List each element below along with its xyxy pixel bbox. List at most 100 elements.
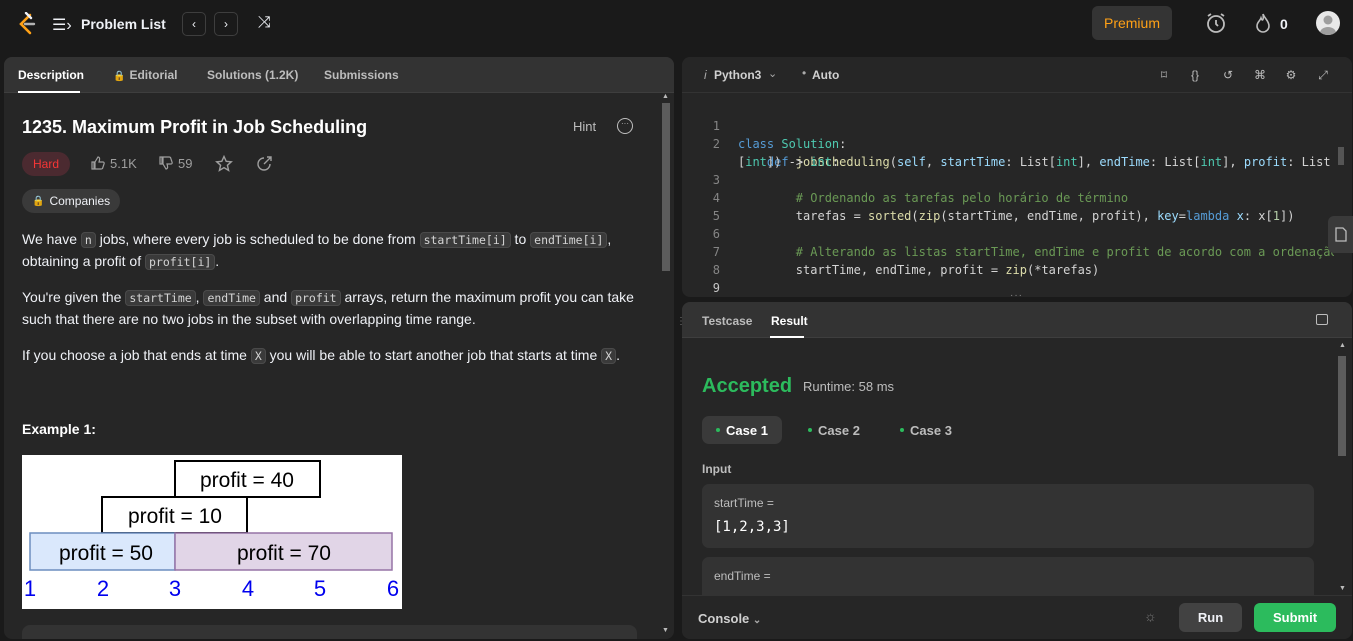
text: you will be able to start another job th…	[265, 347, 602, 363]
job-label: profit = 70	[237, 542, 331, 565]
shortcut-icon[interactable]: ⌘	[1252, 67, 1268, 83]
axis-tick: 4	[242, 576, 254, 601]
text: If you choose a job that ends at time	[22, 347, 251, 363]
input-label: Input	[702, 462, 732, 476]
leetcode-logo-icon[interactable]	[16, 12, 38, 36]
scrollbar-thumb[interactable]	[1338, 356, 1346, 456]
pass-dot-icon	[808, 428, 812, 432]
scroll-up-arrow-icon[interactable]: ▲	[1339, 342, 1346, 349]
code-line: 8	[682, 243, 725, 277]
scroll-up-arrow-icon[interactable]: ▲	[662, 93, 669, 100]
streak-fire-icon[interactable]	[1255, 12, 1271, 34]
description-panel: Description 🔒 Editorial Solutions (1.2K) …	[4, 57, 674, 639]
case-tab-1[interactable]: Case 1	[702, 416, 782, 444]
case-label: Case 1	[726, 422, 768, 438]
chevron-down-icon[interactable]: ⌄	[768, 67, 777, 80]
job-label: profit = 10	[128, 505, 222, 528]
problem-list-link[interactable]: Problem List	[81, 16, 166, 32]
description-paragraph-2: You're given the startTime, endTime and …	[22, 287, 642, 330]
job-label: profit = 50	[59, 542, 153, 565]
axis-tick: 5	[314, 576, 326, 601]
text: jobs, where every job is scheduled to be…	[95, 231, 420, 247]
share-icon[interactable]	[255, 155, 273, 173]
description-scrollbar[interactable]: ▲ ▼	[660, 93, 672, 639]
hint-button[interactable]: Hint	[573, 119, 596, 134]
input-variable-box: startTime = [1,2,3,3]	[702, 484, 1314, 548]
star-icon[interactable]	[215, 155, 233, 173]
active-tab-indicator	[770, 336, 804, 338]
reset-icon[interactable]: ↺	[1220, 67, 1236, 83]
pass-dot-icon	[900, 428, 904, 432]
timer-icon[interactable]	[1205, 12, 1227, 34]
bug-icon[interactable]: ☼	[1144, 608, 1160, 626]
lock-icon: 🔒	[113, 71, 126, 82]
companies-label: Companies	[49, 194, 111, 208]
like-button[interactable]: 5.1K	[90, 155, 137, 171]
submit-button[interactable]: Submit	[1254, 603, 1336, 632]
scroll-down-arrow-icon[interactable]: ▼	[662, 627, 669, 634]
code-line: [int]) -> int:	[738, 155, 840, 169]
layout-toggle-icon[interactable]	[1316, 314, 1328, 325]
axis-tick: 3	[169, 576, 181, 601]
text: We have	[22, 231, 81, 247]
console-toggle[interactable]: Console ⌄	[698, 611, 761, 626]
list-icon[interactable]: ☰›	[52, 15, 72, 35]
notes-side-tab[interactable]	[1328, 216, 1353, 253]
text: .	[215, 253, 220, 269]
variable-name: startTime =	[714, 496, 774, 510]
settings-icon[interactable]: ⚙	[1283, 67, 1299, 83]
result-panel: Testcase Result Accepted Runtime: 58 ms …	[682, 302, 1352, 639]
run-button[interactable]: Run	[1179, 603, 1242, 632]
case-tab-3[interactable]: Case 3	[886, 416, 966, 444]
tab-editorial[interactable]: 🔒 Editorial	[113, 68, 177, 82]
editor-scrollbar[interactable]	[1338, 147, 1344, 165]
companies-tag[interactable]: 🔒 Companies	[22, 189, 121, 213]
code-area[interactable]: 1 class Solution: 2 def jobScheduling(se…	[682, 99, 1334, 294]
vertical-resize-handle[interactable]: ···	[1010, 290, 1023, 297]
text: .	[616, 347, 620, 363]
code-line: 3 # Ordenando as tarefas pelo horário de…	[682, 153, 1128, 205]
top-navbar: ☰› Problem List ‹ › ⤨ Premium 0	[0, 0, 1353, 48]
tab-result[interactable]: Result	[771, 314, 808, 328]
code-line: 10 p = [0] * len(startTime)	[682, 279, 725, 294]
language-icon: i	[704, 68, 707, 82]
tab-solutions[interactable]: Solutions (1.2K)	[207, 68, 298, 82]
scroll-down-arrow-icon[interactable]: ▼	[1339, 585, 1346, 592]
format-code-icon[interactable]: {}	[1187, 67, 1203, 83]
description-paragraph-3: If you choose a job that ends at time X …	[22, 345, 642, 367]
prev-problem-button[interactable]: ‹	[182, 12, 206, 36]
problem-title[interactable]: 1235. Maximum Profit in Job Scheduling	[22, 117, 367, 138]
dislike-button[interactable]: 59	[158, 155, 192, 171]
like-count: 5.1K	[110, 155, 137, 171]
language-selector[interactable]: Python3	[714, 68, 761, 82]
bookmark-icon[interactable]: ⌑	[1156, 67, 1172, 83]
variable-value[interactable]: [1,2,3,3]	[714, 519, 790, 535]
inline-code: startTime	[125, 290, 196, 306]
tab-testcase[interactable]: Testcase	[702, 314, 752, 328]
tab-description[interactable]: Description	[18, 68, 84, 82]
result-scrollbar[interactable]: ▲ ▼	[1336, 342, 1348, 597]
code-editor-panel: i Python3 ⌄ • Auto ⌑ {} ↺ ⌘ ⚙ ⤢ 1 class …	[682, 57, 1352, 297]
example-io-block	[22, 625, 637, 639]
problem-description: 1235. Maximum Profit in Job Scheduling H…	[4, 93, 660, 639]
lock-icon: 🔒	[32, 195, 45, 207]
premium-button[interactable]: Premium	[1092, 6, 1172, 40]
text: to	[510, 231, 531, 247]
input-variable-box: endTime =	[702, 557, 1314, 597]
expand-icon[interactable]: ⤢	[1315, 67, 1331, 83]
more-options-icon[interactable]: ···	[617, 118, 633, 134]
next-problem-button[interactable]: ›	[214, 12, 238, 36]
example-diagram: profit = 40 profit = 10 profit = 50 prof…	[22, 455, 402, 609]
inline-code: profit	[291, 290, 341, 306]
tab-submissions[interactable]: Submissions	[324, 68, 399, 82]
case-tab-2[interactable]: Case 2	[794, 416, 874, 444]
left-tab-bar: Description 🔒 Editorial Solutions (1.2K) …	[4, 57, 674, 93]
auto-mode-label[interactable]: Auto	[812, 68, 839, 82]
shuffle-icon[interactable]: ⤨	[258, 14, 271, 32]
avatar[interactable]	[1316, 11, 1340, 35]
text: You're given the	[22, 289, 126, 305]
scrollbar-thumb[interactable]	[662, 103, 670, 271]
thumbs-up-icon	[91, 156, 105, 170]
tab-editorial-label: Editorial	[129, 68, 178, 82]
code-line: 1 class Solution:	[682, 99, 847, 151]
